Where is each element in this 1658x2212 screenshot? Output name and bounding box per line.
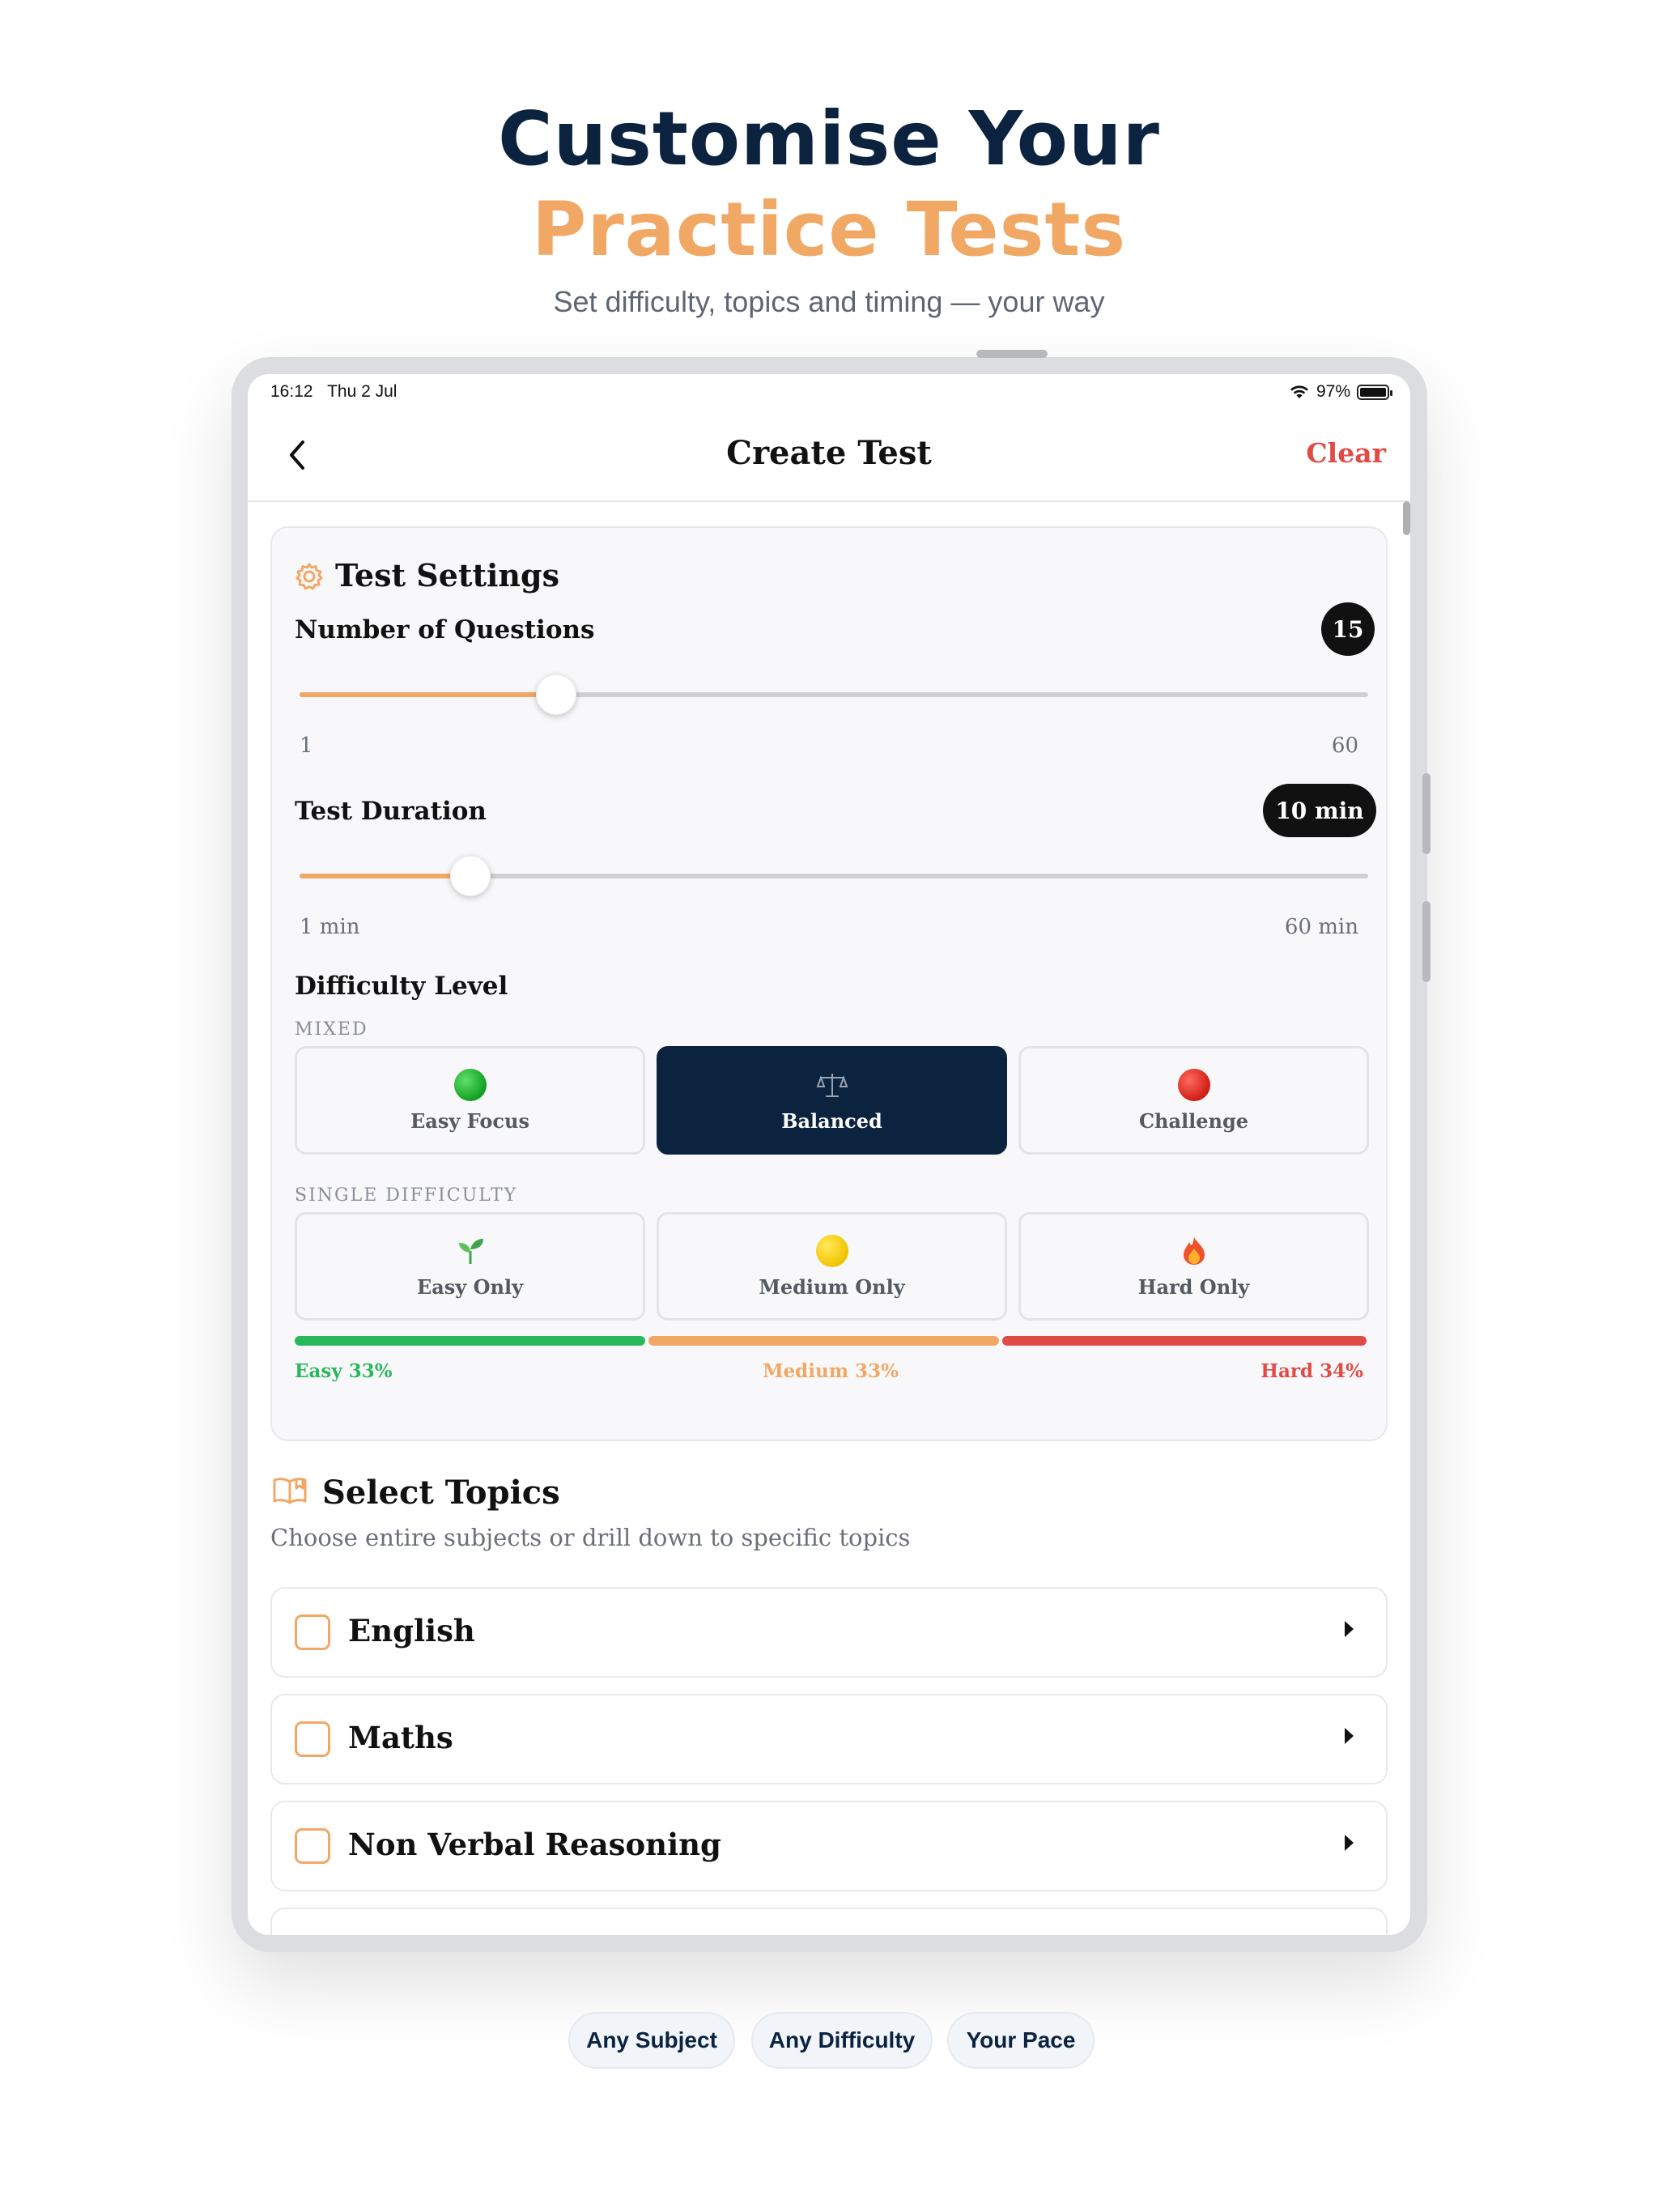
hard-only-button[interactable]: Hard Only [1018, 1212, 1369, 1321]
easy-distribution-bar [295, 1336, 645, 1346]
english-label: English [348, 1613, 475, 1648]
questions-value-badge: 15 [1321, 602, 1375, 656]
test-settings-card: Test Settings Number of Questions 15 1 6… [270, 526, 1388, 1441]
challenge-button[interactable]: Challenge [1018, 1046, 1369, 1155]
mixed-caption: MIXED [295, 1019, 368, 1040]
hero-subtitle: Set difficulty, topics and timing — your… [553, 285, 1105, 318]
tablet-volume-up-button [1422, 773, 1431, 854]
chevron-right-icon[interactable] [1345, 1621, 1354, 1637]
gear-icon [295, 563, 323, 590]
chevron-right-icon[interactable] [1345, 1728, 1354, 1744]
questions-slider-thumb[interactable] [535, 674, 576, 715]
hard-percent-label: Hard 34% [1261, 1360, 1363, 1382]
questions-min-label: 1 [300, 734, 313, 758]
medium-only-label: Medium Only [759, 1274, 905, 1299]
difficulty-label: Difficulty Level [295, 972, 508, 1001]
medium-only-button[interactable]: Medium Only [657, 1212, 1007, 1321]
red-circle-icon [1177, 1068, 1210, 1101]
settings-title: Test Settings [335, 557, 560, 593]
medium-percent-label: Medium 33% [763, 1360, 899, 1382]
easy-focus-button[interactable]: Easy Focus [295, 1046, 645, 1155]
easy-only-label: Easy Only [416, 1274, 524, 1299]
seedling-icon [458, 1238, 483, 1264]
topic-row-maths[interactable]: Maths [270, 1694, 1388, 1784]
chip-any-difficulty: Any Difficulty [751, 2012, 933, 2069]
duration-slider-fill [300, 874, 471, 878]
scales-icon [816, 1073, 848, 1097]
questions-label: Number of Questions [295, 615, 595, 644]
hard-only-label: Hard Only [1137, 1274, 1250, 1299]
questions-max-label: 60 [1331, 734, 1358, 758]
wifi-icon [1290, 385, 1308, 398]
topic-row-non-verbal-reasoning[interactable]: Non Verbal Reasoning [270, 1801, 1388, 1891]
tablet-top-button [976, 350, 1048, 358]
status-indicators: 97% [1289, 382, 1392, 402]
easy-focus-label: Easy Focus [410, 1108, 529, 1133]
non-verbal-reasoning-checkbox[interactable] [295, 1828, 330, 1864]
hard-distribution-bar [1001, 1336, 1367, 1346]
duration-slider-thumb[interactable] [450, 856, 491, 896]
clear-button[interactable]: Clear [1306, 437, 1386, 469]
scrollbar-thumb[interactable] [1403, 501, 1410, 535]
topic-row-english[interactable]: English [270, 1587, 1388, 1678]
green-circle-icon [453, 1068, 487, 1101]
status-time: 16:12 Thu 2 Jul [270, 382, 397, 402]
chevron-right-icon[interactable] [1345, 1835, 1354, 1851]
tablet-volume-down-button [1422, 901, 1431, 982]
fire-icon [1183, 1236, 1205, 1265]
balanced-button[interactable]: Balanced [657, 1046, 1007, 1155]
page-title: Create Test [726, 434, 932, 472]
battery-percent: 97% [1316, 382, 1350, 401]
status-date: Thu 2 Jul [327, 382, 397, 401]
maths-checkbox[interactable] [295, 1721, 330, 1757]
challenge-label: Challenge [1138, 1108, 1249, 1133]
questions-slider-fill [300, 692, 556, 697]
duration-max-label: 60 min [1284, 915, 1358, 939]
balanced-label: Balanced [781, 1108, 882, 1133]
hero-title-line2: Practice Tests [531, 186, 1127, 273]
book-icon [273, 1478, 307, 1504]
medium-distribution-bar [648, 1336, 999, 1346]
chip-any-subject: Any Subject [568, 2012, 735, 2069]
yellow-circle-icon [815, 1234, 848, 1267]
topic-row-partial[interactable] [270, 1908, 1388, 1935]
battery-icon [1357, 384, 1392, 400]
single-difficulty-caption: SINGLE DIFFICULTY [295, 1185, 518, 1206]
easy-only-button[interactable]: Easy Only [295, 1212, 645, 1321]
english-checkbox[interactable] [295, 1614, 330, 1650]
duration-value-badge: 10 min [1263, 784, 1376, 837]
duration-label: Test Duration [295, 797, 487, 826]
nav-divider [248, 500, 1410, 502]
chip-your-pace: Your Pace [947, 2012, 1095, 2069]
status-clock: 16:12 [270, 382, 313, 401]
topics-subtitle: Choose entire subjects or drill down to … [270, 1524, 911, 1551]
duration-min-label: 1 min [300, 915, 360, 939]
maths-label: Maths [348, 1720, 453, 1755]
hero-title-line1: Customise Your [498, 96, 1160, 182]
app-screen: 16:12 Thu 2 Jul 97% Create Test Clear Te… [248, 374, 1410, 1935]
topics-title: Select Topics [322, 1474, 560, 1512]
non-verbal-reasoning-label: Non Verbal Reasoning [348, 1827, 721, 1862]
